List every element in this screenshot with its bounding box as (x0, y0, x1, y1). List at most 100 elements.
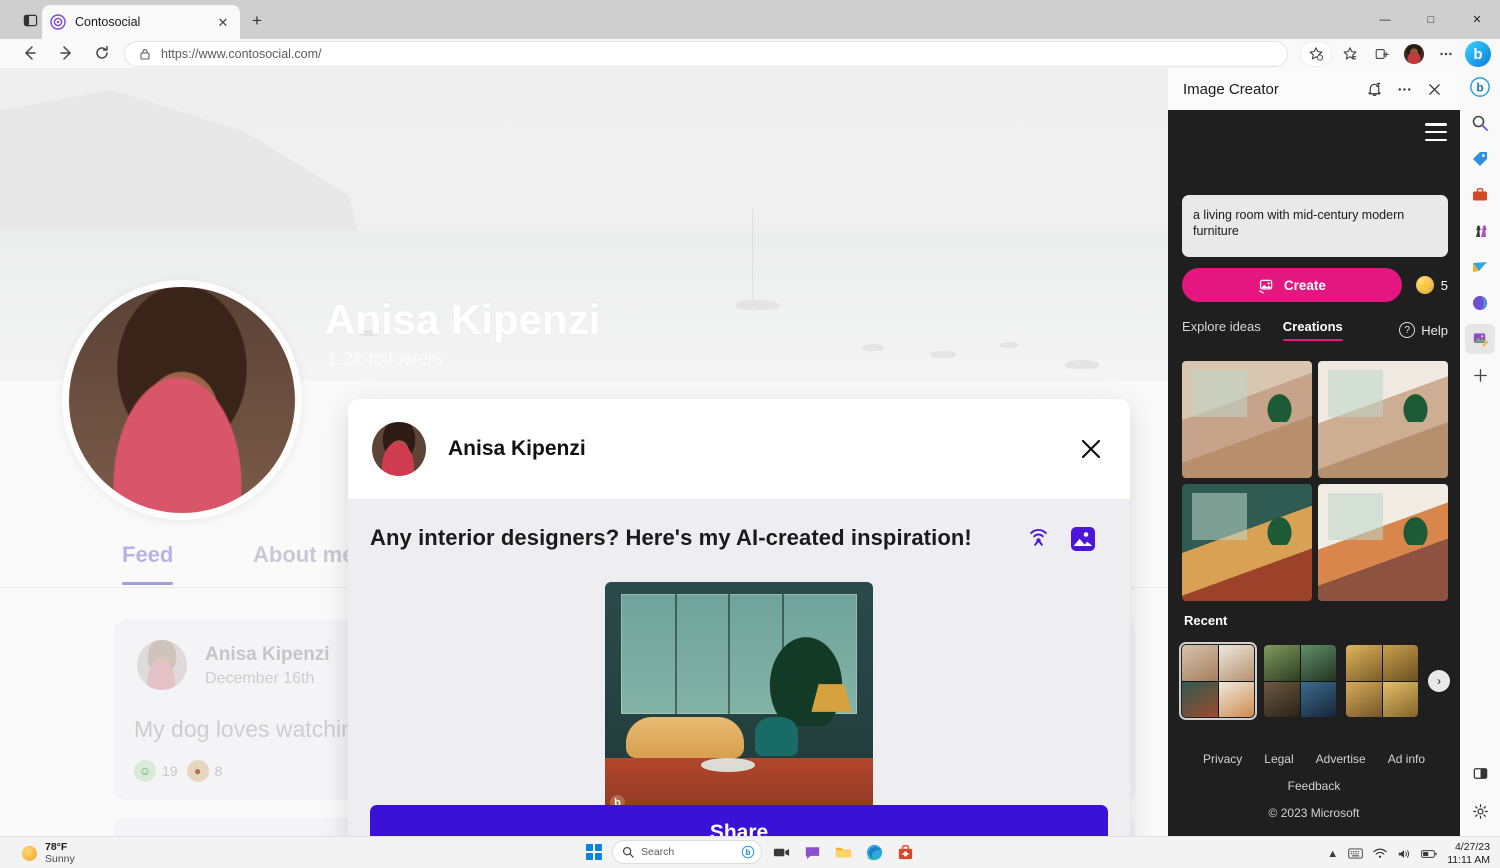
start-icon[interactable] (583, 841, 605, 863)
modal-author-avatar (372, 422, 426, 476)
address-bar-url: https://www.contosocial.com/ (161, 47, 322, 61)
send-plane-icon[interactable] (1465, 252, 1495, 282)
close-window-button[interactable]: ✕ (1454, 0, 1500, 39)
share-button[interactable]: Share (370, 805, 1108, 836)
favorites-star-icon[interactable] (1300, 41, 1332, 67)
more-options-icon[interactable] (1390, 75, 1418, 103)
recent-thumb-living-rooms[interactable] (1179, 642, 1257, 720)
store-icon[interactable] (893, 840, 917, 864)
bing-chat-icon[interactable]: b (1464, 41, 1492, 67)
recent-thumb-bear-cowboys[interactable] (1346, 645, 1418, 717)
post-avatar (137, 640, 187, 690)
add-tool-icon[interactable] (1465, 360, 1495, 390)
weather-temp: 78°F (45, 841, 68, 853)
image-attach-icon[interactable] (1070, 526, 1096, 552)
shopping-tag-icon[interactable] (1465, 144, 1495, 174)
profile-name: Anisa Kipenzi (325, 296, 601, 343)
create-button[interactable]: Create (1182, 268, 1402, 302)
work-briefcase-icon[interactable] (1465, 180, 1495, 210)
panel-header: Image Creator (1168, 68, 1460, 110)
search-input[interactable]: Search b (612, 840, 762, 864)
reaction-count: 19 (162, 763, 178, 779)
recent-thumbnails (1179, 642, 1448, 720)
creation-thumbnail[interactable] (1318, 484, 1448, 601)
tab-creations[interactable]: Creations (1282, 319, 1343, 341)
edge-icon[interactable] (862, 840, 886, 864)
weather-widget[interactable]: 78°F Sunny (22, 841, 75, 865)
games-icon[interactable] (1465, 216, 1495, 246)
wifi-icon[interactable] (1373, 848, 1387, 859)
football-icon: ● (186, 760, 209, 782)
split-screen-icon[interactable] (1368, 41, 1396, 67)
search-icon[interactable] (1465, 108, 1495, 138)
svg-text:b: b (1476, 81, 1483, 95)
footer-link-advertise[interactable]: Advertise (1316, 752, 1366, 766)
minimize-button[interactable]: — (1362, 0, 1408, 39)
browser-tab[interactable]: Contosocial ✕ (42, 5, 240, 39)
footer-link-privacy[interactable]: Privacy (1203, 752, 1242, 766)
recent-thumb-dino-motorcycles[interactable] (1264, 645, 1336, 717)
forward-button[interactable] (50, 37, 82, 69)
taskbar-time: 11:11 AM (1447, 853, 1490, 866)
broadcast-icon[interactable] (1025, 525, 1052, 552)
browser-toolbar: https://www.contosocial.com/ b (0, 39, 1500, 68)
reload-button[interactable] (86, 37, 118, 69)
taskbar-date: 4/27/23 (1454, 841, 1490, 853)
creation-thumbnail[interactable] (1318, 361, 1448, 478)
footer-link-ad-info[interactable]: Ad info (1388, 752, 1425, 766)
tab-close-icon[interactable]: ✕ (214, 13, 232, 31)
image-creator-icon[interactable] (1465, 324, 1495, 354)
file-explorer-icon[interactable] (831, 840, 855, 864)
settings-gear-icon[interactable] (1465, 796, 1495, 826)
tab-about-me[interactable]: About me (253, 542, 354, 568)
creations-grid (1182, 361, 1448, 601)
volume-icon[interactable] (1397, 848, 1411, 860)
panel-content: a living room with mid-century modern fu… (1168, 110, 1460, 836)
footer-link-legal[interactable]: Legal (1264, 752, 1293, 766)
bing-icon[interactable]: b (741, 845, 755, 859)
notification-bell-icon[interactable] (1360, 75, 1388, 103)
taskbar-center: Search b (583, 840, 917, 864)
post-reactions: ☺ 19 ● 8 (134, 760, 222, 782)
recent-next-arrow-icon[interactable]: › (1428, 670, 1450, 692)
svg-text:b: b (746, 848, 751, 857)
profile-avatar[interactable] (1400, 41, 1428, 67)
boost-count: 5 (1440, 277, 1448, 293)
window-controls: — □ ✕ (1362, 0, 1500, 39)
prompt-input[interactable]: a living room with mid-century modern fu… (1182, 195, 1448, 257)
profile-avatar-large (62, 280, 302, 520)
office-icon[interactable] (1465, 288, 1495, 318)
creation-thumbnail[interactable] (1182, 484, 1312, 601)
help-link[interactable]: ? Help (1399, 322, 1448, 338)
close-panel-icon[interactable] (1420, 75, 1448, 103)
windows-taskbar: 78°F Sunny Search b ▲ 4/27/23 11:11 AM (0, 836, 1500, 868)
footer-link-feedback[interactable]: Feedback (1168, 779, 1460, 793)
attached-generated-image[interactable]: b (605, 582, 873, 814)
collections-icon[interactable] (1336, 41, 1364, 67)
sidebar-bottom-actions (1460, 758, 1500, 826)
close-icon[interactable] (1074, 432, 1108, 466)
creation-thumbnail[interactable] (1182, 361, 1312, 478)
back-button[interactable] (14, 37, 46, 69)
keyboard-icon[interactable] (1348, 848, 1363, 859)
task-view-icon[interactable] (769, 840, 793, 864)
tab-explore-ideas[interactable]: Explore ideas (1182, 319, 1261, 341)
split-screen-icon[interactable] (1465, 758, 1495, 788)
show-hidden-icons-chevron[interactable]: ▲ (1327, 848, 1338, 860)
battery-icon[interactable] (1421, 849, 1437, 859)
share-post-modal: Anisa Kipenzi Any interior designers? He… (348, 399, 1130, 836)
settings-more-icon[interactable] (1432, 41, 1460, 67)
taskbar-clock[interactable]: 4/27/23 11:11 AM (1447, 841, 1490, 866)
reaction-football[interactable]: ● 8 (186, 760, 222, 782)
hamburger-menu-icon[interactable] (1425, 123, 1447, 141)
chat-icon[interactable] (800, 840, 824, 864)
reaction-smile[interactable]: ☺ 19 (134, 760, 178, 782)
address-bar[interactable]: https://www.contosocial.com/ (124, 41, 1288, 67)
bing-chat-icon[interactable]: b (1465, 72, 1495, 102)
boost-counter[interactable]: ⚡ 5 (1415, 276, 1448, 294)
new-tab-button[interactable]: + (245, 9, 269, 33)
tab-actions-icon[interactable] (18, 8, 42, 32)
tab-feed[interactable]: Feed (122, 542, 174, 585)
maximize-button[interactable]: □ (1408, 0, 1454, 39)
post-composer-text[interactable]: Any interior designers? Here's my AI-cre… (370, 525, 972, 551)
